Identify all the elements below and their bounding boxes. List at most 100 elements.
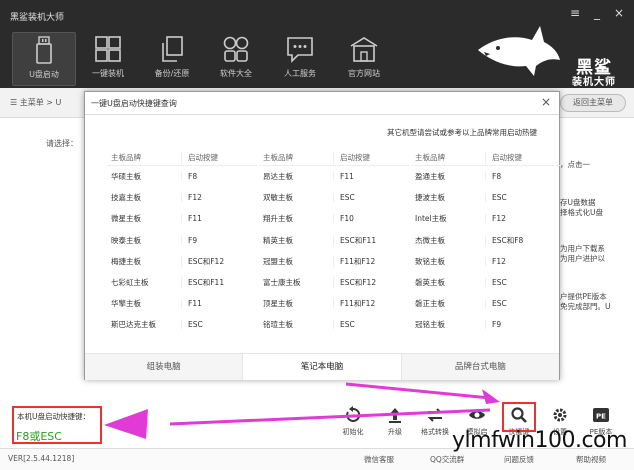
back-to-main-button[interactable]: 返回主菜单 xyxy=(560,94,626,112)
desc-snippet: ，点击一 xyxy=(560,160,590,169)
table-row: 盈通主板 F8 xyxy=(411,166,561,187)
key-cell: F11和F12 xyxy=(333,255,409,267)
key-cell: F10 xyxy=(333,214,409,224)
desc-snippet: 为用户进护以 xyxy=(560,254,605,263)
table-row: 技嘉主板 F12 xyxy=(107,187,257,208)
desc-snippet: 存U盘数据 xyxy=(560,198,596,207)
brand-cell: 磐英主板 xyxy=(415,278,445,288)
table-row: 磐英主板 ESC xyxy=(411,272,561,293)
convert-button[interactable]: 格式转换 xyxy=(418,406,452,437)
nav-website[interactable]: 官方网站 xyxy=(332,32,396,86)
table-row: 铭瑄主板 ESC xyxy=(259,314,409,335)
dialog-header: 一键U盘启动快捷键查询 × xyxy=(85,92,559,115)
brand-cell: 昂达主板 xyxy=(263,172,293,182)
shark-logo: 黑鲨 装机大师 xyxy=(474,20,624,89)
close-icon[interactable]: × xyxy=(541,95,551,109)
key-cell: ESC xyxy=(485,278,561,288)
feedback-link[interactable]: 问题反馈 xyxy=(504,454,534,465)
main-nav: U盘启动 一键装机 备份/还原 软件大全 人工服务 官方网站 xyxy=(12,32,396,86)
tab-desktop-assembled[interactable]: 组装电脑 xyxy=(85,354,243,380)
brand-cell: 磐正主板 xyxy=(415,299,445,309)
table-row: 微星主板 F11 xyxy=(107,208,257,229)
breadcrumb[interactable]: ☰ 主菜单 > U xyxy=(10,97,61,108)
table-row: 冠盟主板 F11和F12 xyxy=(259,251,409,272)
arrowhead-left xyxy=(104,409,148,439)
key-cell: ESC和F12 xyxy=(333,277,409,289)
nav-one-click-install[interactable]: 一键装机 xyxy=(76,32,140,86)
table-row: Intel主板 F12 xyxy=(411,208,561,229)
brand-cell: 华硕主板 xyxy=(111,172,141,182)
upgrade-icon xyxy=(389,408,401,423)
brand-cell: 微星主板 xyxy=(111,214,141,224)
logo-text: 黑鲨 装机大师 xyxy=(572,58,616,89)
table-row: 华硕主板 F8 xyxy=(107,166,257,187)
nav-usb-boot[interactable]: U盘启动 xyxy=(12,32,76,86)
preview-eye-icon xyxy=(469,411,485,419)
table-header: 主板品牌 启动按键 xyxy=(259,152,409,166)
brand-header: 主板品牌 xyxy=(263,153,293,162)
choose-label: 请选择： xyxy=(46,139,78,148)
key-cell: ESC和F11 xyxy=(181,277,257,289)
table-row: 精英主板 ESC和F11 xyxy=(259,230,409,251)
key-cell: F9 xyxy=(181,235,257,245)
website-icon xyxy=(347,34,381,64)
key-cell: F11 xyxy=(333,172,409,182)
dialog-tip: 其它机型请尝试或参考以上品牌常用启动热键 xyxy=(387,128,537,137)
key-header: 启动按键 xyxy=(181,152,257,165)
brand-cell: Intel主板 xyxy=(415,214,447,224)
nav-label: 备份/还原 xyxy=(154,69,190,78)
nav-label: 官方网站 xyxy=(348,69,380,78)
reset-icon xyxy=(346,406,361,422)
brand-cell: 映泰主板 xyxy=(111,235,141,245)
convert-icon xyxy=(427,408,443,422)
hotkey-value: F8或ESC xyxy=(16,430,62,443)
brand-cell: 技嘉主板 xyxy=(111,193,141,203)
brand-cell: 铭瑄主板 xyxy=(263,320,293,330)
svg-text:PE: PE xyxy=(596,413,606,421)
table-row: 捷波主板 ESC xyxy=(411,187,561,208)
windows-icon xyxy=(91,34,125,64)
tab-laptop[interactable]: 笔记本电脑 xyxy=(242,354,402,380)
table-row: 华擎主板 F11 xyxy=(107,293,257,314)
table-row: 昂达主板 F11 xyxy=(259,166,409,187)
upgrade-button[interactable]: 升级 xyxy=(378,406,412,437)
brand-cell: 精英主板 xyxy=(263,235,293,245)
nav-backup-restore[interactable]: 备份/还原 xyxy=(140,32,204,86)
key-cell: F8 xyxy=(181,172,257,182)
tab-brand-desktop[interactable]: 品牌台式电脑 xyxy=(401,354,559,380)
key-cell: F11 xyxy=(181,214,257,224)
wechat-support-link[interactable]: 微信客服 xyxy=(364,454,394,465)
nav-support[interactable]: 人工服务 xyxy=(268,32,332,86)
key-cell: F12 xyxy=(181,193,257,203)
qq-group-link[interactable]: QQ交流群 xyxy=(430,454,464,465)
key-cell: ESC xyxy=(485,299,561,309)
key-cell: ESC xyxy=(333,320,409,330)
tool-label: 初始化 xyxy=(342,428,364,436)
reset-button[interactable]: 初始化 xyxy=(336,406,370,437)
key-cell: F12 xyxy=(485,256,561,266)
backup-icon xyxy=(155,34,189,64)
table-row: 梅捷主板 ESC和F12 xyxy=(107,251,257,272)
table-row: 翔升主板 F10 xyxy=(259,208,409,229)
watermark-text: ylmfwin100.com xyxy=(452,428,627,453)
table-row: 映泰主板 F9 xyxy=(107,230,257,251)
tool-label: 格式转换 xyxy=(421,428,449,436)
top-bar: 黑鲨装机大师 ≡ _ × U盘启动 一键装机 备份/还原 软件大全 人工服务 官… xyxy=(0,0,634,88)
help-video-link[interactable]: 帮助视频 xyxy=(576,454,606,465)
brand-cell: 冠铭主板 xyxy=(415,320,445,330)
pc-type-tabs: 组装电脑 笔记本电脑 品牌台式电脑 xyxy=(85,353,559,380)
gear-icon xyxy=(553,408,567,422)
brand-cell: 捷波主板 xyxy=(415,193,445,203)
arrow-to-search xyxy=(345,382,491,400)
brand-header: 主板品牌 xyxy=(415,153,445,162)
table-row: 致铭主板 F12 xyxy=(411,251,561,272)
version-label: VER[2.5.44.1218] xyxy=(8,454,75,463)
arrowhead-right xyxy=(482,389,500,404)
brand-table-column-3: 主板品牌 启动按键 盈通主板 F8 捷波主板 ESC Intel主板 F12 杰微主板 ESC和F… xyxy=(411,152,561,336)
brand-cell: 梅捷主板 xyxy=(111,256,141,266)
brand-cell: 冠盟主板 xyxy=(263,256,293,266)
usb-drive-icon xyxy=(27,35,61,65)
hotkey-query-dialog: 一键U盘启动快捷键查询 × 其它机型请尝试或参考以上品牌常用启动热键 主板品牌启… xyxy=(84,91,561,380)
nav-software[interactable]: 软件大全 xyxy=(204,32,268,86)
desc-snippet: 户提供PE版本 xyxy=(560,292,607,301)
